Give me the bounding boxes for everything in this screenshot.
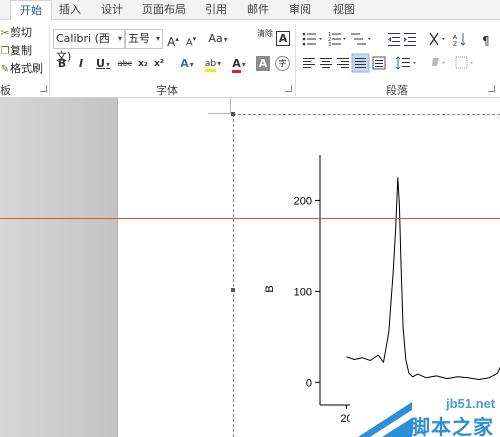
watermark-site: jb51.net [446, 396, 496, 411]
guide-line [0, 218, 500, 219]
watermark-name: 脚本之家 [410, 415, 494, 437]
y-tick-label: 0 [306, 377, 312, 389]
y-tick-label: 200 [294, 195, 312, 207]
series-line [346, 177, 500, 380]
chart-series [346, 177, 500, 380]
chart-axes [319, 155, 500, 406]
y-axis-label: B [264, 285, 276, 292]
chart-ticks: 010020020B [264, 195, 353, 425]
y-tick-label: 100 [294, 286, 312, 298]
